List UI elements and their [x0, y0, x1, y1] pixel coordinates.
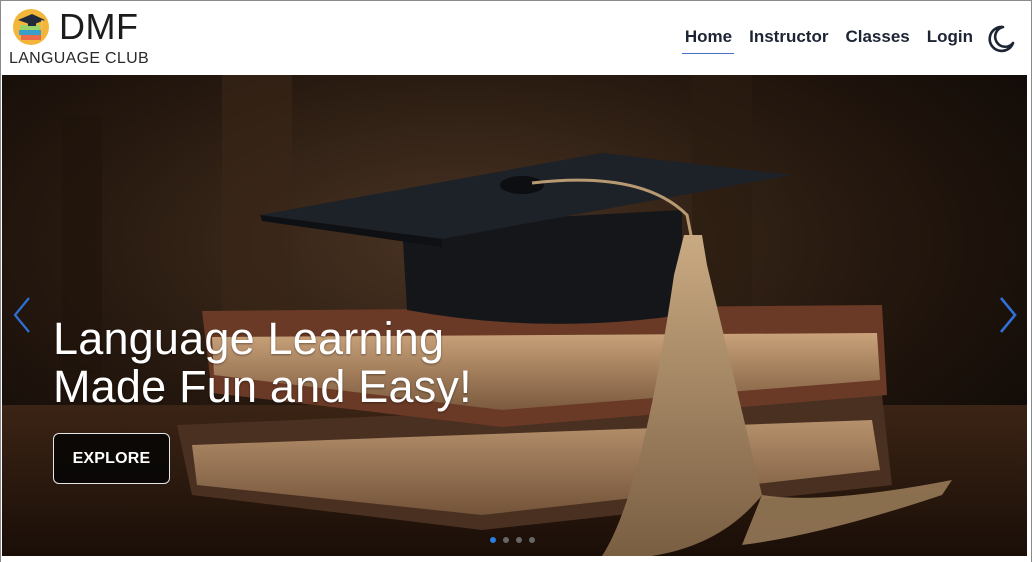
hero-headline: Language Learning Made Fun and Easy! [53, 315, 573, 411]
graduation-logo-icon [13, 9, 49, 45]
carousel-indicators [490, 537, 542, 543]
hero-headline-line1: Language Learning [53, 313, 445, 364]
nav-classes[interactable]: Classes [842, 23, 911, 53]
carousel-dot-3[interactable] [516, 537, 522, 543]
page: DMF LANGUAGE CLUB Home Instructor Classe… [0, 0, 1032, 562]
main-nav: Home Instructor Classes Login [681, 23, 1017, 55]
explore-button[interactable]: EXPLORE [53, 433, 170, 484]
nav-instructor[interactable]: Instructor [746, 23, 830, 53]
nav-home[interactable]: Home [681, 23, 735, 54]
logo-subtitle: LANGUAGE CLUB [9, 50, 149, 67]
hero-headline-line2: Made Fun and Easy! [53, 361, 472, 412]
carousel-dot-2[interactable] [503, 537, 509, 543]
chevron-right-icon[interactable] [997, 295, 1019, 335]
chevron-left-icon[interactable] [11, 295, 33, 335]
logo-title: DMF [59, 6, 139, 47]
logo[interactable]: DMF LANGUAGE CLUB [9, 5, 159, 69]
hero-carousel: Language Learning Made Fun and Easy! EXP… [2, 75, 1027, 556]
nav-login[interactable]: Login [924, 23, 975, 53]
moon-icon[interactable] [985, 23, 1017, 55]
carousel-dot-4[interactable] [529, 537, 535, 543]
carousel-dot-1[interactable] [490, 537, 496, 543]
site-header: DMF LANGUAGE CLUB Home Instructor Classe… [1, 1, 1031, 75]
